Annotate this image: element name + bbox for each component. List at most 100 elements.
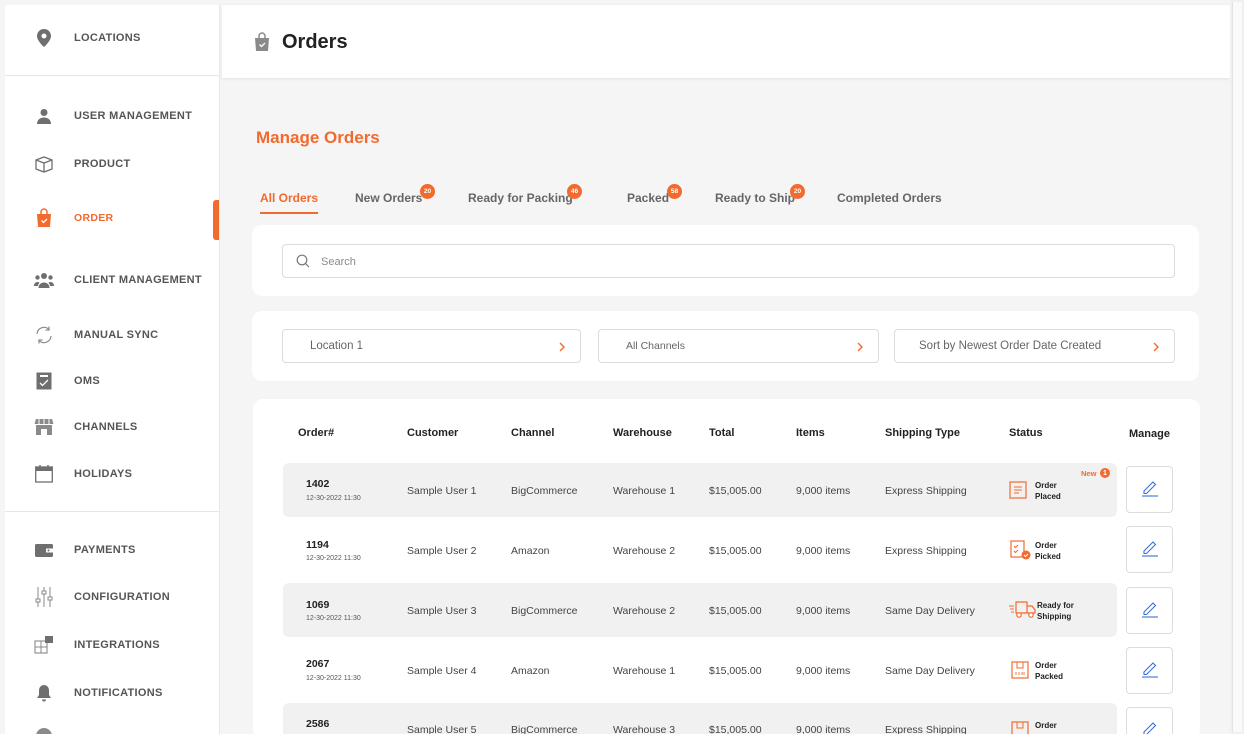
store-icon [34,417,54,437]
users-icon [34,270,54,290]
column-header: Shipping Type [885,427,960,439]
tab-label: New Orders [355,191,423,205]
status-label: Order Picked [1035,540,1095,562]
status-line-1: Order [1035,721,1057,730]
tab-label: Completed Orders [837,191,942,205]
status-line-2: Picked [1035,552,1061,561]
sidebar-item-payments[interactable]: PAYMENTS [5,530,219,570]
clipboard-icon [34,371,54,391]
edit-button[interactable] [1126,587,1173,634]
order-number: 2586 [306,718,330,730]
status-line-1: Ready for [1037,601,1074,610]
divider [5,75,219,76]
tab-badge: 20 [420,184,435,199]
sidebar-item-holidays[interactable]: HOLIDAYS [5,454,219,494]
sidebar-item-label: PRODUCT [74,158,131,170]
order-number: 1069 [306,599,330,611]
order-date: 12-30-2022 11:30 [306,615,361,622]
edit-button[interactable] [1126,466,1173,513]
status-line-2: Packed [1035,672,1064,681]
edit-button[interactable] [1126,526,1173,573]
total-cell: $15,005.00 [709,485,762,497]
map-pin-icon [34,28,54,48]
sidebar-item-client-management[interactable]: CLIENT MANAGEMENT [5,260,219,300]
search-icon [296,254,310,273]
sidebar-item-manual-sync[interactable]: MANUAL SYNC [5,315,219,355]
sidebar-item-order[interactable]: ORDER [5,198,219,238]
location-select[interactable]: Location 1 [282,329,581,363]
tab-completed-orders[interactable]: Completed Orders [837,191,942,205]
sort-select[interactable]: Sort by Newest Order Date Created [894,329,1175,363]
sidebar-item-configuration[interactable]: CONFIGURATION [5,577,219,617]
edit-button[interactable] [1126,707,1173,734]
sliders-icon [34,587,54,607]
items-cell: 9,000 items [796,665,851,677]
tab-new-orders[interactable]: New Orders 20 [355,184,435,205]
sidebar-item-user-management[interactable]: USER MANAGEMENT [5,96,219,136]
status-label: Order Packed [1035,660,1095,682]
order-date: 12-30-2022 11:30 [306,555,361,562]
shipping-cell: Same Day Delivery [885,665,975,677]
status-line-1: Order [1035,481,1057,490]
shipping-cell: Express Shipping [885,485,967,497]
partial-icon [36,728,52,734]
sidebar-item-integrations[interactable]: INTEGRATIONS [5,625,219,665]
search-input[interactable] [321,251,1141,273]
order-date: 12-30-2022 11:30 [306,495,361,502]
warehouse-cell: Warehouse 1 [613,485,676,497]
column-header: Customer [407,427,459,439]
total-cell: $15,005.00 [709,605,762,617]
integrations-icon [34,635,54,655]
tab-label: Ready to Ship [715,191,796,205]
chevron-right-icon [558,340,566,358]
calendar-icon [34,464,54,484]
sidebar-item-notifications[interactable]: NOTIFICATIONS [5,673,219,713]
sidebar-item-label: MANUAL SYNC [74,329,159,341]
warehouse-cell: Warehouse 3 [613,724,676,734]
page-scrollbar[interactable] [1230,0,1244,734]
tab-ready-for-packing[interactable]: Ready for Packing 46 [468,184,582,205]
customer-cell: Sample User 3 [407,605,477,617]
status-label: Order Placed [1035,480,1095,502]
scrollbar-thumb[interactable] [1232,2,1242,732]
total-cell: $15,005.00 [709,724,762,734]
package-icon [1011,661,1029,679]
channel-cell: BigCommerce [511,724,578,734]
package-icon [1011,721,1029,734]
edit-button[interactable] [1126,647,1173,694]
sidebar-item-label: ORDER [74,212,114,224]
total-cell: $15,005.00 [709,545,762,557]
warehouse-cell: Warehouse 2 [613,605,676,617]
sidebar-item-channels[interactable]: CHANNELS [5,407,219,447]
sidebar-item-oms[interactable]: OMS [5,361,219,401]
channel-select[interactable]: All Channels [598,329,879,363]
status-line-1: Order [1035,661,1057,670]
search-box [282,244,1175,278]
column-header: Order# [298,427,335,439]
order-date: 12-30-2022 11:30 [306,675,361,682]
status-line-1: Order [1035,541,1057,550]
tab-badge: 58 [667,184,682,199]
tab-packed[interactable]: Packed 58 [627,184,682,205]
column-header: Total [709,427,735,439]
divider [5,511,219,512]
status-label: Ready for Shipping [1037,600,1097,622]
sidebar-item-label: LOCATIONS [74,32,141,44]
section-title: Manage Orders [256,128,380,147]
tab-ready-to-ship[interactable]: Ready to Ship 20 [715,184,805,205]
shopping-bag-icon [34,208,54,228]
edit-pencil-icon [1140,598,1160,623]
user-icon [34,106,54,126]
edit-pencil-icon [1140,477,1160,502]
status-line-2: Placed [1035,492,1061,501]
status-line-2: Shipping [1037,612,1072,621]
sync-icon [34,325,54,345]
sidebar: LOCATIONS USER MANAGEMENT PRODUCT ORDER [5,5,220,734]
app-root: LOCATIONS USER MANAGEMENT PRODUCT ORDER [0,0,1244,734]
order-number: 1194 [306,539,329,551]
sidebar-item-locations[interactable]: LOCATIONS [5,18,219,58]
edit-pencil-icon [1140,658,1160,683]
tab-all-orders[interactable]: All Orders [260,191,319,214]
items-cell: 9,000 items [796,545,851,557]
sidebar-item-product[interactable]: PRODUCT [5,144,219,184]
